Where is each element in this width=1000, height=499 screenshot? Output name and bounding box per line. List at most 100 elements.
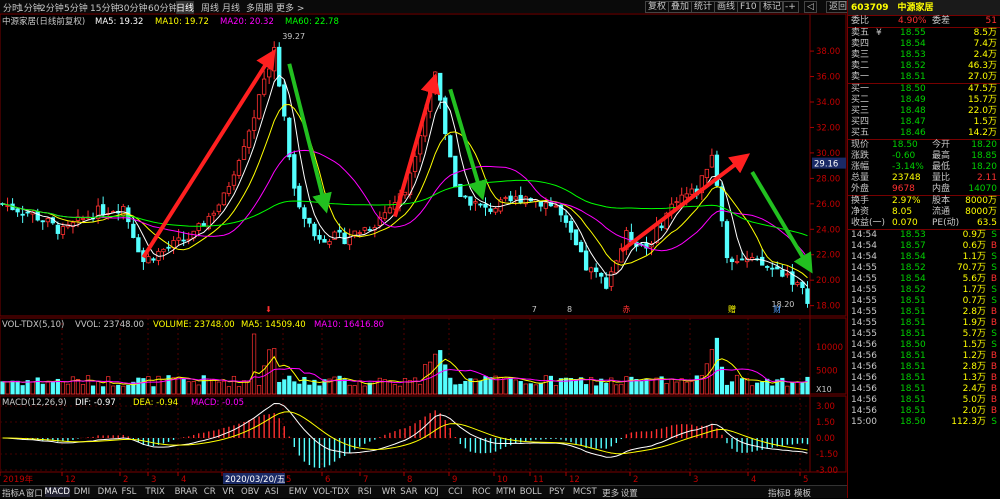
event-marker[interactable]: 赤	[622, 305, 630, 314]
tick-volume: 1.2万	[962, 351, 986, 361]
tick-side: B	[990, 351, 997, 361]
volume-bar	[714, 337, 720, 395]
candle-body	[216, 204, 222, 212]
indicator-tab-18[interactable]: CCI	[448, 487, 462, 497]
volume-bar	[236, 386, 242, 395]
event-marker[interactable]: 8	[567, 305, 572, 314]
tool-button-0[interactable]: 复权	[645, 1, 670, 13]
volume-bar	[649, 379, 654, 395]
stat-label: PE(动)	[932, 218, 960, 228]
indicator-tab-20[interactable]: MTM	[496, 487, 516, 497]
tick-time: 14:55	[851, 329, 877, 339]
volume-tick: 5000	[816, 366, 838, 376]
indicator-tab-7[interactable]: BRAR	[175, 487, 198, 497]
volume-bar	[362, 385, 367, 395]
indicator-tab-21[interactable]: BOLL	[520, 487, 542, 497]
macd-tick: -1.50	[816, 450, 838, 460]
indicator-tab-6[interactable]: TRIX	[145, 487, 164, 497]
macd-legend: MACD: -0.05	[191, 398, 244, 408]
indicator-tab-4[interactable]: DMA	[98, 487, 118, 497]
candle-body	[478, 203, 483, 206]
period-tab-5[interactable]: 30分钟	[118, 1, 147, 14]
period-tab-4[interactable]: 15分钟	[90, 1, 119, 14]
bid-price: 18.47	[900, 117, 926, 127]
period-tab-1[interactable]: 1分钟	[18, 1, 42, 14]
indicator-tab-9[interactable]: VR	[222, 487, 234, 497]
period-tab-6[interactable]: 60分钟	[148, 1, 177, 14]
indicator-b-tab[interactable]: 指标B	[768, 487, 791, 499]
bid-level: 买三	[851, 106, 870, 116]
period-tab-10[interactable]: 多周期	[246, 1, 273, 14]
indicator-tab-11[interactable]: ASI	[265, 487, 279, 497]
tool-button-5[interactable]: 标记	[760, 1, 785, 13]
indicator-tab-13[interactable]: VOL-TDX	[313, 487, 350, 497]
bid-level: 买四	[851, 117, 870, 127]
volume-bar	[614, 384, 619, 395]
indicator-tab-17[interactable]: KDJ	[424, 487, 439, 497]
tool-button-3[interactable]: 画线	[714, 1, 739, 13]
tick-time: 15:00	[851, 417, 877, 427]
period-tab-8[interactable]: 周线	[201, 1, 219, 14]
tool-button-1[interactable]: 叠加	[668, 1, 693, 13]
date-tick: 10	[497, 475, 508, 485]
indicator-tab-8[interactable]: CR	[204, 487, 216, 497]
stock-code: 603709	[851, 3, 889, 13]
indicator-tab-5[interactable]: FSL	[122, 487, 137, 497]
candle-body	[292, 154, 297, 189]
stat-label: 内盘	[932, 184, 951, 194]
tick-row: 14:55 18.52 1.7万 S	[848, 285, 1000, 296]
period-tab-9[interactable]: 月线	[222, 1, 240, 14]
candle-body	[337, 229, 342, 233]
event-marker[interactable]: 赠	[728, 304, 736, 314]
indicator-tab-23[interactable]: MCST	[573, 487, 597, 497]
tick-list[interactable]: 14:54 18.53 0.9万 S 14:54 18.57 0.6万 B 14:54 18.54…	[848, 230, 1000, 428]
candle-body	[211, 212, 216, 216]
indicator-tab-3[interactable]: DMI	[74, 487, 90, 497]
template-tab[interactable]: 模板	[794, 487, 811, 499]
candle-body	[659, 225, 664, 229]
volume-bar	[90, 385, 96, 395]
indicator-tab-16[interactable]: SAR	[400, 487, 417, 497]
volume-bar	[0, 381, 5, 395]
volume-bar	[211, 379, 216, 395]
indicator-tab-1[interactable]: 窗口	[26, 487, 43, 499]
volume-bar	[226, 386, 232, 395]
volume-legend: MA5: 14509.40	[241, 320, 306, 330]
volume-bar	[734, 374, 740, 395]
period-tab-3[interactable]: 5分钟	[64, 1, 88, 14]
indicator-tab-10[interactable]: OBV	[241, 487, 259, 497]
tick-row: 14:55 18.51 2.8万 B	[848, 307, 1000, 318]
indicator-tab-12[interactable]: EMV	[289, 487, 308, 497]
indicator-tab-15[interactable]: WR	[382, 487, 396, 497]
candle-body	[609, 271, 614, 287]
candle-body	[196, 223, 201, 231]
tick-side: B	[990, 241, 997, 251]
indicator-tab-25[interactable]: 设置	[621, 487, 638, 499]
indicator-tab-24[interactable]: 更多	[602, 487, 619, 499]
tool-button-7[interactable]: ◁	[804, 1, 817, 13]
candle-body	[760, 256, 765, 266]
period-tab-11[interactable]: 更多 >	[276, 1, 304, 14]
volume-bar	[508, 377, 513, 395]
volume-bar	[377, 377, 382, 395]
indicator-tab-14[interactable]: RSI	[358, 487, 372, 497]
indicator-tab-19[interactable]: ROC	[472, 487, 491, 497]
event-marker[interactable]: ⬇	[265, 305, 272, 314]
candle-body	[599, 272, 604, 277]
indicator-tab-0[interactable]: 指标A	[2, 487, 25, 499]
event-marker[interactable]: 财	[773, 304, 781, 314]
tool-button-4[interactable]: F10	[737, 1, 760, 13]
indicator-tab-2[interactable]: MACD	[44, 487, 70, 497]
kline-chart-area[interactable]: 38.0036.0034.0032.0030.0028.0026.0024.00…	[0, 14, 847, 485]
volume-bar	[443, 364, 448, 395]
volume-bar	[85, 375, 91, 395]
volume-bar	[151, 386, 156, 395]
period-tab-2[interactable]: 2分钟	[40, 1, 64, 14]
indicator-tab-22[interactable]: PSY	[549, 487, 565, 497]
tool-button-2[interactable]: 统计	[691, 1, 716, 13]
period-tab-7[interactable]: 日线	[176, 1, 195, 14]
tool-button-6[interactable]: -+	[782, 1, 799, 13]
macd-legend: DIF: -0.97	[75, 398, 116, 408]
event-marker[interactable]: 7	[532, 305, 537, 314]
date-tick: 2019年	[3, 474, 34, 485]
